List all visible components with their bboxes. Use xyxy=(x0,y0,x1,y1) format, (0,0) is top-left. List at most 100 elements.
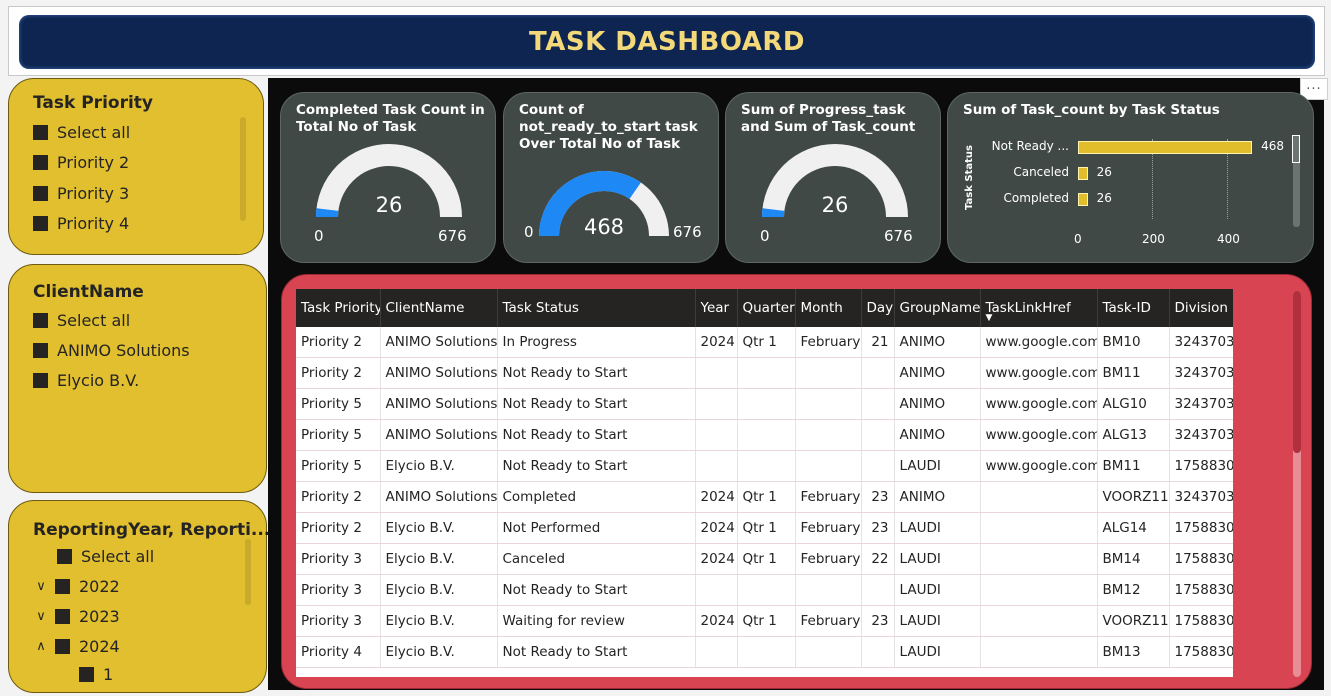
card-progress-gauge[interactable]: Sum of Progress_task and Sum of Task_cou… xyxy=(725,92,941,263)
table-cell: LAUDI xyxy=(894,512,981,544)
gauge-min: 0 xyxy=(760,227,770,245)
checkbox-icon[interactable] xyxy=(33,155,48,170)
checkbox-icon[interactable] xyxy=(55,639,70,654)
slicer-option-priority-4[interactable]: Priority 4 xyxy=(33,214,129,233)
chevron-down-icon[interactable]: ∨ xyxy=(33,579,49,594)
table-row[interactable]: Priority 2 Elycio B.V. Not Performed 2024 Qt… xyxy=(296,512,1233,544)
table-row[interactable]: Priority 3 Elycio B.V. Waiting for review 2… xyxy=(296,605,1233,637)
table-cell: February xyxy=(795,481,862,513)
slicer-option-2023[interactable]: ∨ 2023 xyxy=(33,607,119,626)
column-header[interactable]: GroupName xyxy=(894,289,981,327)
table-cell xyxy=(861,357,895,389)
column-header[interactable]: Task Status xyxy=(497,289,696,327)
table-cell: Canceled xyxy=(497,543,696,575)
table-cell: ANIMO xyxy=(894,481,981,513)
table-row[interactable]: Priority 3 Elycio B.V. Not Ready to Start L… xyxy=(296,574,1233,606)
table-cell xyxy=(980,481,1098,513)
chevron-down-icon[interactable]: ∨ xyxy=(33,609,49,624)
table-body: Priority 2 ANIMO Solutions In Progress 2024… xyxy=(296,327,1233,668)
table-cell: BM11 xyxy=(1097,450,1170,482)
table-row[interactable]: Priority 5 Elycio B.V. Not Ready to Start L… xyxy=(296,450,1233,482)
table-cell: Elycio B.V. xyxy=(380,636,498,668)
checkbox-icon[interactable] xyxy=(79,667,94,682)
checkbox-icon[interactable] xyxy=(33,313,48,328)
table-row[interactable]: Priority 2 ANIMO Solutions Completed 2024 Qt… xyxy=(296,481,1233,513)
slicer-scrollbar[interactable] xyxy=(245,539,251,605)
table-cell: Not Ready to Start xyxy=(497,419,696,451)
task-table[interactable]: Task Priority ClientName Task Status Yea… xyxy=(296,289,1233,677)
slicer-option-select-all[interactable]: Select all xyxy=(33,311,130,330)
table-cell: Priority 2 xyxy=(296,357,381,389)
table-row[interactable]: Priority 4 Elycio B.V. Not Ready to Start L… xyxy=(296,636,1233,668)
table-cell: 23 xyxy=(861,481,895,513)
table-cell: LAUDI xyxy=(894,450,981,482)
checkbox-icon[interactable] xyxy=(33,186,48,201)
bar-category-label: Canceled xyxy=(1013,165,1069,179)
slicer-option-select-all[interactable]: Select all xyxy=(57,547,154,566)
table-row[interactable]: Priority 3 Elycio B.V. Canceled 2024 Qtr 1 Fe… xyxy=(296,543,1233,575)
column-header[interactable]: Quarter xyxy=(737,289,796,327)
bar[interactable] xyxy=(1078,167,1088,180)
column-header-sorted[interactable]: TaskLinkHref ▼ xyxy=(980,289,1098,327)
slicer-option-quarter-1[interactable]: 1 xyxy=(79,665,113,684)
slicer-scrollbar[interactable] xyxy=(240,117,246,221)
checkbox-icon[interactable] xyxy=(55,579,70,594)
card-not-ready-gauge[interactable]: Count of not_ready_to_start task Over To… xyxy=(503,92,719,263)
slicer-option-2024[interactable]: ∧ 2024 xyxy=(33,637,119,656)
table-cell: BM12 xyxy=(1097,574,1170,606)
slicer-reporting-period: ReportingYear, Reporti... Select all ∨ 20… xyxy=(8,500,270,693)
column-header[interactable]: Task-ID xyxy=(1097,289,1170,327)
gauge-value: 26 xyxy=(821,193,849,217)
checkbox-icon[interactable] xyxy=(33,216,48,231)
table-row[interactable]: Priority 5 ANIMO Solutions Not Ready to St… xyxy=(296,388,1233,420)
table-cell: www.google.com xyxy=(980,450,1098,482)
checkbox-icon[interactable] xyxy=(33,373,48,388)
column-header[interactable]: Month xyxy=(795,289,862,327)
card-status-bar-chart[interactable]: Sum of Task_count by Task Status Task St… xyxy=(947,92,1314,263)
table-cell: Qtr 1 xyxy=(737,605,796,637)
checkbox-icon[interactable] xyxy=(57,549,72,564)
column-header[interactable]: ClientName xyxy=(380,289,498,327)
sort-descending-icon[interactable]: ▼ xyxy=(986,313,993,323)
checkbox-icon[interactable] xyxy=(55,609,70,624)
card-completed-gauge[interactable]: Completed Task Count in Total No of Task… xyxy=(280,92,496,263)
slicer-option-priority-3[interactable]: Priority 3 xyxy=(33,184,129,203)
gauge-min: 0 xyxy=(314,227,324,245)
table-cell: Priority 5 xyxy=(296,450,381,482)
slicer-option-elycio[interactable]: Elycio B.V. xyxy=(33,371,139,390)
table-cell xyxy=(695,419,738,451)
slicer-title: Task Priority xyxy=(33,93,153,113)
checkbox-icon[interactable] xyxy=(33,125,48,140)
table-cell xyxy=(795,419,862,451)
table-cell: www.google.com xyxy=(980,357,1098,389)
table-row[interactable]: Priority 2 ANIMO Solutions Not Ready to St… xyxy=(296,357,1233,389)
table-cell xyxy=(737,574,796,606)
table-cell: Priority 2 xyxy=(296,481,381,513)
bar-data-label: 26 xyxy=(1096,165,1112,179)
column-header[interactable]: Year xyxy=(695,289,738,327)
chevron-up-icon[interactable]: ∧ xyxy=(33,639,49,654)
chart-scrollbar-thumb[interactable] xyxy=(1292,135,1300,163)
column-header[interactable]: Division xyxy=(1169,289,1233,327)
slicer-option-2022[interactable]: ∨ 2022 xyxy=(33,577,119,596)
table-cell: February xyxy=(795,512,862,544)
column-header[interactable]: Task Priority xyxy=(296,289,381,327)
bar[interactable] xyxy=(1078,141,1253,154)
table-cell: BM11 xyxy=(1097,357,1170,389)
table-cell: February xyxy=(795,327,862,358)
table-cell: Priority 3 xyxy=(296,543,381,575)
slicer-option-animo-solutions[interactable]: ANIMO Solutions xyxy=(33,341,190,360)
checkbox-icon[interactable] xyxy=(33,343,48,358)
table-cell: ANIMO Solutions xyxy=(380,481,498,513)
table-cell xyxy=(695,450,738,482)
slicer-option-select-all[interactable]: Select all xyxy=(33,123,130,142)
table-cell xyxy=(980,605,1098,637)
table-row[interactable]: Priority 5 ANIMO Solutions Not Ready to St… xyxy=(296,419,1233,451)
x-tick: 0 xyxy=(1074,232,1082,246)
table-scrollbar-thumb[interactable] xyxy=(1293,291,1301,453)
slicer-option-priority-2[interactable]: Priority 2 xyxy=(33,153,129,172)
column-header[interactable]: Day xyxy=(861,289,895,327)
table-row[interactable]: Priority 2 ANIMO Solutions In Progress 2024… xyxy=(296,327,1233,358)
gauge-max: 676 xyxy=(438,227,467,245)
bar[interactable] xyxy=(1078,193,1088,206)
